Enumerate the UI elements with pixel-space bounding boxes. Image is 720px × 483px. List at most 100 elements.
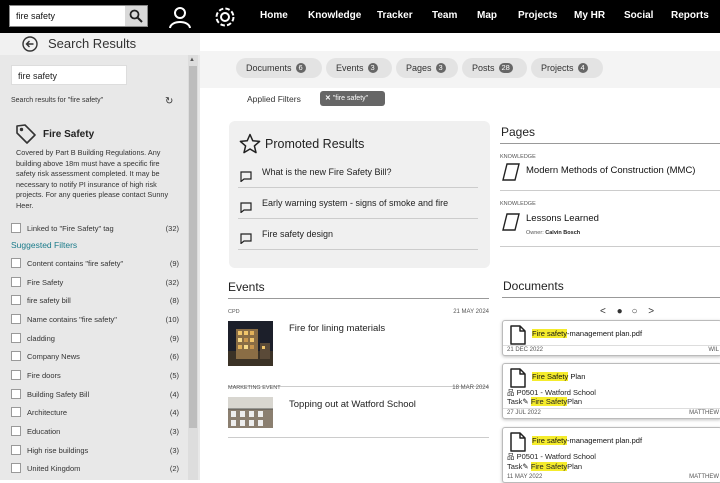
carousel-controls: < ● ○ >	[600, 306, 654, 317]
checkbox[interactable]	[11, 445, 21, 455]
document-icon	[509, 325, 527, 345]
carousel-dot-active[interactable]: ●	[617, 306, 623, 317]
promoted-item[interactable]: Fire safety design	[238, 221, 478, 250]
checkbox[interactable]	[11, 314, 21, 324]
page-category: KNOWLEDGE	[500, 201, 536, 207]
tab-posts[interactable]: Posts 28	[462, 58, 527, 78]
global-search-value: fire safety	[16, 11, 56, 21]
filter-item[interactable]: Company News (6)	[11, 351, 179, 363]
filter-item[interactable]: Fire Safety (32)	[11, 277, 179, 289]
user-icon[interactable]	[167, 4, 193, 30]
filter-item[interactable]: Architecture (4)	[11, 407, 179, 419]
nav-social[interactable]: Social	[624, 10, 653, 21]
promoted-item[interactable]: Early warning system - signs of smoke an…	[238, 190, 478, 219]
nav-tracker[interactable]: Tracker	[377, 10, 413, 21]
tab-label: Pages	[406, 63, 432, 73]
event-category: CPD	[228, 309, 240, 315]
document-card[interactable]: Fire safety-management plan.pdf 21 DEC 2…	[502, 320, 720, 356]
filter-item[interactable]: Content contains "fire safety" (9)	[11, 258, 179, 270]
page-result[interactable]: KNOWLEDGE Lessons Learned Owner: Calvin …	[500, 201, 720, 241]
filter-label: fire safety bill	[27, 296, 71, 305]
filter-item[interactable]: Building Safety Bill (4)	[11, 389, 179, 401]
task-rest: Plan	[567, 462, 583, 471]
filter-linked-tag[interactable]: Linked to "Fire Safety" tag (32)	[11, 223, 179, 235]
refresh-icon[interactable]: ↻	[165, 96, 173, 107]
search-icon[interactable]	[125, 6, 147, 26]
page-category: KNOWLEDGE	[500, 154, 536, 160]
document-title[interactable]: Fire safety-management plan.pdf	[532, 436, 642, 445]
checkbox[interactable]	[11, 426, 21, 436]
event-item[interactable]: MARKETING EVENT 18 MAR 2024 Topping out …	[228, 384, 489, 438]
filter-item[interactable]: Name contains "fire safety" (10)	[11, 314, 179, 326]
nav-team[interactable]: Team	[432, 10, 457, 21]
documents-divider	[502, 297, 720, 298]
global-search-input[interactable]: fire safety	[9, 5, 148, 27]
filter-item[interactable]: United Kingdom (2)	[11, 463, 179, 475]
document-project: 品 P0501 - Watford School	[507, 451, 596, 462]
star-icon	[239, 133, 261, 155]
applied-filter-chip[interactable]: ✕ "fire safety"	[320, 91, 385, 106]
carousel-next-icon[interactable]: >	[648, 306, 654, 317]
filter-label: cladding	[27, 334, 55, 343]
checkbox[interactable]	[11, 258, 21, 268]
checkbox[interactable]	[11, 295, 21, 305]
document-title[interactable]: Fire Safety Plan	[532, 372, 585, 381]
document-card[interactable]: Fire safety-management plan.pdf 品 P0501 …	[502, 427, 720, 483]
filter-item[interactable]: cladding (9)	[11, 333, 179, 345]
checkbox[interactable]	[11, 463, 21, 473]
event-title[interactable]: Fire for lining materials	[289, 323, 385, 334]
promoted-link[interactable]: Early warning system - signs of smoke an…	[262, 198, 448, 208]
checkbox[interactable]	[11, 370, 21, 380]
filter-label: Building Safety Bill	[27, 390, 90, 399]
promoted-title: Promoted Results	[265, 137, 365, 151]
event-item[interactable]: CPD 21 MAY 2024 Fire for lining material…	[228, 308, 489, 387]
scroll-up-arrow-icon[interactable]: ▲	[189, 57, 195, 63]
highlight: Fire safety	[532, 436, 568, 445]
carousel-prev-icon[interactable]: <	[600, 306, 606, 317]
event-title[interactable]: Topping out at Watford School	[289, 399, 416, 410]
checkbox[interactable]	[11, 333, 21, 343]
page-title[interactable]: Lessons Learned	[526, 213, 599, 224]
page-title[interactable]: Modern Methods of Construction (MMC)	[526, 165, 695, 176]
nav-my-hr[interactable]: My HR	[574, 10, 605, 21]
checkbox[interactable]	[11, 389, 21, 399]
hierarchy-icon: 品	[507, 388, 515, 397]
checkbox[interactable]	[11, 351, 21, 361]
nav-knowledge[interactable]: Knowledge	[308, 10, 361, 21]
document-icon	[509, 368, 527, 388]
nav-projects[interactable]: Projects	[518, 10, 557, 21]
event-thumbnail[interactable]	[228, 321, 273, 366]
promoted-link[interactable]: Fire safety design	[262, 229, 333, 239]
tab-pages[interactable]: Pages 3	[396, 58, 458, 78]
filter-count: (4)	[169, 408, 179, 417]
tab-documents[interactable]: Documents 6	[236, 58, 322, 78]
filter-item[interactable]: High rise buildings (3)	[11, 445, 179, 457]
card-divider	[503, 345, 720, 346]
back-arrow-icon[interactable]	[22, 36, 38, 52]
page-result[interactable]: KNOWLEDGE Modern Methods of Construction…	[500, 154, 720, 194]
filter-item[interactable]: Fire doors (5)	[11, 370, 179, 382]
checkbox[interactable]	[11, 407, 21, 417]
filter-count: (8)	[169, 296, 179, 305]
tab-projects[interactable]: Projects 4	[531, 58, 603, 78]
document-title[interactable]: Fire safety-management plan.pdf	[532, 329, 642, 338]
sidebar-scroll-thumb[interactable]	[189, 66, 197, 428]
filter-item[interactable]: Education (3)	[11, 426, 179, 438]
checkbox[interactable]	[11, 277, 21, 287]
promoted-link[interactable]: What is the new Fire Safety Bill?	[262, 167, 392, 177]
filter-item[interactable]: fire safety bill (8)	[11, 295, 179, 307]
promoted-item[interactable]: What is the new Fire Safety Bill?	[238, 159, 478, 188]
remove-filter-icon[interactable]: ✕	[325, 95, 333, 102]
document-card[interactable]: Fire Safety Plan 品 P0501 - Watford Schoo…	[502, 363, 720, 419]
nav-home[interactable]: Home	[260, 10, 288, 21]
nav-reports[interactable]: Reports	[671, 10, 709, 21]
nav-map[interactable]: Map	[477, 10, 497, 21]
filter-count: (2)	[169, 464, 179, 473]
sidebar-search-input[interactable]: fire safety	[11, 65, 127, 85]
checkbox[interactable]	[11, 223, 21, 233]
tab-events[interactable]: Events 3	[326, 58, 392, 78]
carousel-dot[interactable]: ○	[631, 306, 637, 317]
gear-icon[interactable]	[212, 4, 238, 30]
top-navigation-bar: fire safety Home Knowledge Tracker Team …	[0, 0, 720, 33]
event-thumbnail[interactable]	[228, 397, 273, 428]
